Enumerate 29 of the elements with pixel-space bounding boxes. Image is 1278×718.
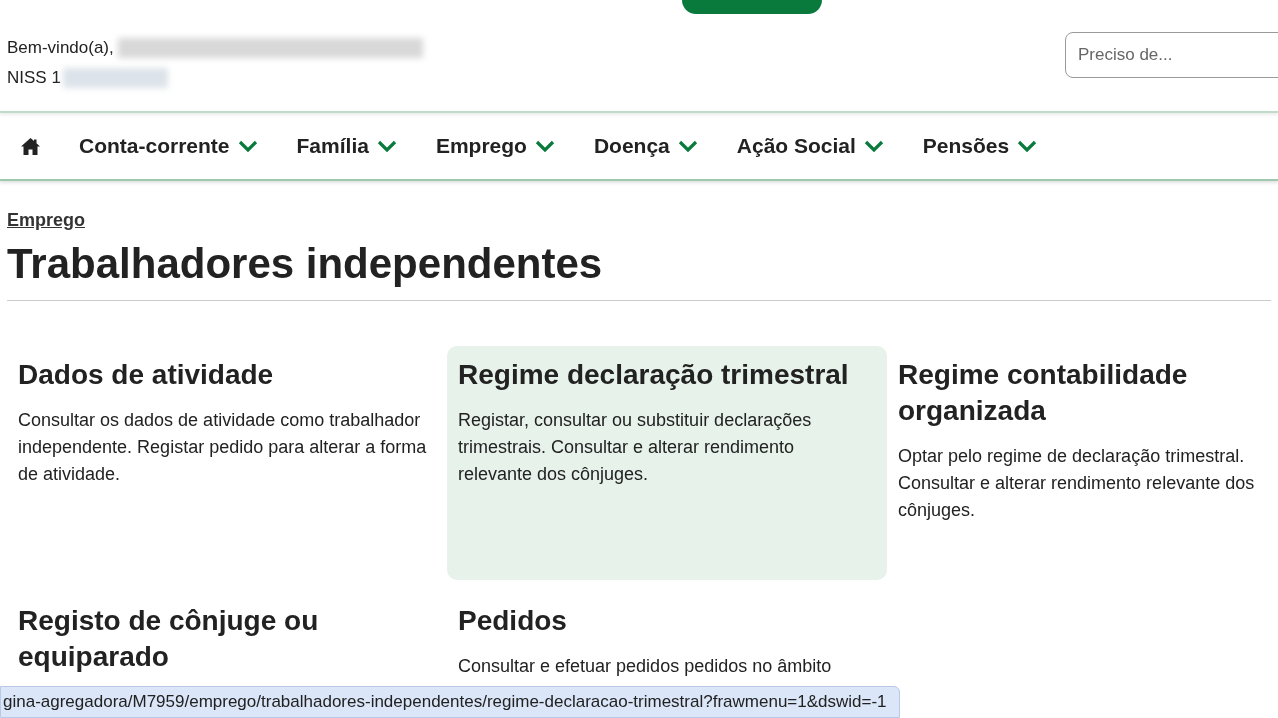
nav-menu-item[interactable]: Emprego [435, 130, 555, 162]
card-title: Registo de cônjuge ou equiparado [18, 604, 320, 674]
chevron-down-icon [863, 140, 884, 152]
welcome-text: Bem-vindo(a), [7, 37, 114, 59]
search-field[interactable]: Preciso de... [1065, 32, 1278, 78]
status-url: gina-agregadora/M7959/emprego/trabalhadores-independentes/regime-declaracao-trimestral?frawmenu=1&dswid=-1 [0, 686, 900, 718]
chevron-down-icon [534, 140, 555, 152]
home-icon[interactable] [21, 137, 40, 155]
chevron-down-icon [1017, 140, 1038, 152]
card-title: Regime declaração trimestral [458, 358, 850, 392]
card-title: Regime contabilidade organizada [898, 358, 1189, 428]
breadcrumb-link[interactable]: Emprego [7, 207, 85, 234]
card-title: Pedidos [458, 604, 568, 638]
card-title: Dados de atividade [18, 358, 275, 392]
card-description: Optar pelo regime de declaração trimestral. Consultar e alterar rendimento relevante dos cônjuges. [898, 445, 1256, 522]
nav-menu-item[interactable]: Doença [593, 130, 698, 162]
chevron-down-icon [376, 140, 397, 152]
page-title: Trabalhadores independentes [7, 238, 1271, 301]
service-card[interactable]: Regime declaração trimestral Registar, consultar ou substituir declarações trimestrais. Consultar e alterar rendimento relevante dos cônjuges. [447, 346, 887, 580]
card-description: Registar, consultar ou substituir declarações trimestrais. Consultar e alterar rendimento relevante dos cônjuges. [458, 409, 813, 486]
nav-menu-item[interactable]: Pensões [922, 130, 1038, 162]
nav-menu-item[interactable]: Conta-corrente [79, 130, 258, 162]
chevron-down-icon [237, 140, 258, 152]
card-description: Consultar os dados de atividade como trabalhador independente. Registar pedido para alterar a forma de atividade. [18, 409, 428, 486]
nav-menu-item[interactable]: Família [296, 130, 397, 162]
niss-label: NISS 1 [7, 67, 61, 89]
nav-menu-item[interactable]: Ação Social [736, 130, 884, 162]
card-description: Consultar e efetuar pedidos pedidos no âmbito [458, 655, 833, 678]
chevron-down-icon [677, 140, 698, 152]
